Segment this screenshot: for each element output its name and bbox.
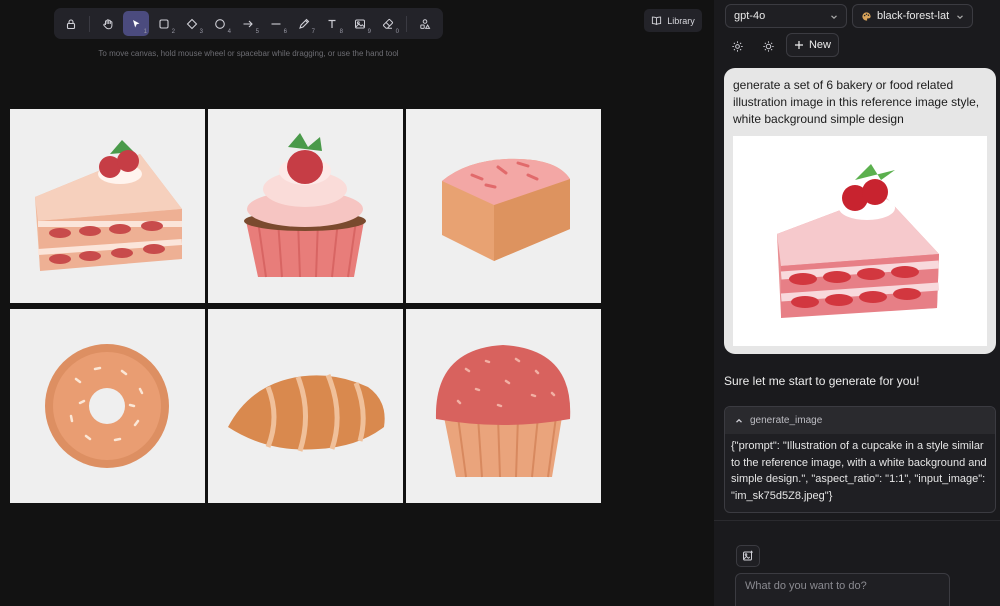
rectangle-icon	[159, 18, 169, 29]
tool-more-shapes[interactable]	[412, 11, 438, 36]
tool-shortcut: 3	[199, 29, 203, 35]
tool-shortcut: 1	[143, 29, 147, 35]
hand-icon	[103, 18, 113, 29]
chevron-down-icon	[831, 15, 837, 20]
tool-text[interactable]: 8	[319, 11, 345, 36]
theme-toggle-button[interactable]	[758, 36, 778, 56]
tool-ellipse[interactable]: 4	[207, 11, 233, 36]
tool-call-name: generate_image	[750, 415, 823, 426]
shapes-icon	[420, 18, 431, 29]
chevron-down-icon	[957, 15, 963, 20]
tool-lock[interactable]	[58, 11, 84, 36]
tool-shortcut: 9	[367, 29, 371, 35]
drawing-toolbar: 1 2 3 4 5 6 7 8 9 0	[54, 8, 443, 39]
tool-draw[interactable]: 7	[291, 11, 317, 36]
tool-shortcut: 4	[227, 29, 231, 35]
croissant-illustration	[228, 374, 385, 452]
chat-panel: gpt-4o black-forest-lat New generate a s…	[714, 0, 1000, 606]
tool-shortcut: 0	[395, 29, 399, 35]
pound-cake-illustration	[442, 158, 570, 261]
style-select[interactable]: black-forest-lat	[852, 4, 973, 28]
tool-shortcut: 2	[171, 29, 175, 35]
assistant-message: Sure let me start to generate for you!	[724, 374, 920, 388]
canvas-image-strawberry-cupcake[interactable]	[208, 109, 403, 303]
style-select-value: black-forest-lat	[877, 10, 950, 22]
tool-shortcut: 8	[339, 29, 343, 35]
library-label: Library	[667, 15, 695, 26]
model-select[interactable]: gpt-4o	[725, 4, 847, 28]
app-window: 1 2 3 4 5 6 7 8 9 0 To move canvas, hold…	[0, 0, 1000, 606]
palette-icon	[862, 11, 871, 21]
tool-shortcut: 5	[255, 29, 259, 35]
user-message: generate a set of 6 bakery or food relat…	[724, 68, 996, 354]
cake-slice-illustration	[35, 140, 183, 271]
canvas-image-croissant[interactable]	[208, 309, 403, 503]
book-icon	[652, 16, 662, 26]
library-button[interactable]: Library	[644, 9, 702, 32]
cupcake-illustration	[244, 133, 366, 278]
cursor-icon	[133, 19, 140, 27]
image-add-icon	[743, 550, 753, 561]
prompt-input[interactable]	[735, 573, 950, 606]
tool-diamond[interactable]: 3	[179, 11, 205, 36]
toolbar-divider	[406, 15, 407, 32]
pencil-icon	[299, 18, 310, 29]
gear-icon	[731, 40, 743, 52]
tool-select[interactable]: 1	[123, 11, 149, 36]
arrow-icon	[243, 20, 253, 27]
eraser-icon	[383, 18, 393, 29]
tool-call-header[interactable]: generate_image	[725, 407, 995, 434]
ellipse-icon	[215, 18, 225, 29]
user-message-text: generate a set of 6 bakery or food relat…	[733, 78, 980, 126]
tool-shortcut: 6	[283, 29, 287, 35]
attach-image-button[interactable]	[736, 545, 760, 567]
tool-eraser[interactable]: 0	[375, 11, 401, 36]
new-chat-button[interactable]: New	[786, 33, 839, 57]
cake-slice-illustration	[777, 164, 940, 318]
canvas-hint: To move canvas, hold mouse wheel or spac…	[98, 49, 399, 58]
muffin-illustration	[435, 345, 571, 478]
tool-shortcut: 7	[311, 29, 315, 35]
sun-icon	[762, 40, 774, 52]
tool-rectangle[interactable]: 2	[151, 11, 177, 36]
chevron-up-icon	[736, 418, 742, 423]
tool-hand[interactable]	[95, 11, 121, 36]
tool-image[interactable]: 9	[347, 11, 373, 36]
line-icon	[271, 22, 281, 25]
canvas-image-strawberry-cake-slice[interactable]	[10, 109, 205, 303]
whiteboard-canvas[interactable]: 1 2 3 4 5 6 7 8 9 0 To move canvas, hold…	[0, 0, 714, 606]
new-chat-label: New	[808, 39, 831, 51]
toolbar-divider	[89, 15, 90, 32]
canvas-image-muffin[interactable]	[406, 309, 601, 503]
tool-arrow[interactable]: 5	[235, 11, 261, 36]
composer-divider	[714, 520, 1000, 521]
lock-icon	[66, 18, 76, 29]
diamond-icon	[186, 18, 198, 29]
canvas-image-donut[interactable]	[10, 309, 205, 503]
donut-illustration	[45, 344, 169, 468]
generated-image-grid	[10, 109, 602, 503]
tool-call-arguments: {"prompt": "Illustration of a cupcake in…	[731, 440, 987, 502]
reference-image[interactable]	[733, 136, 987, 346]
canvas-image-pound-cake[interactable]	[406, 109, 601, 303]
image-icon	[355, 19, 365, 28]
model-select-value: gpt-4o	[734, 10, 766, 22]
tool-line[interactable]: 6	[263, 11, 289, 36]
settings-button[interactable]	[727, 36, 747, 56]
tool-call-card: generate_image {"prompt": "Illustration …	[724, 406, 996, 513]
text-icon	[328, 19, 336, 28]
plus-icon	[794, 41, 803, 49]
